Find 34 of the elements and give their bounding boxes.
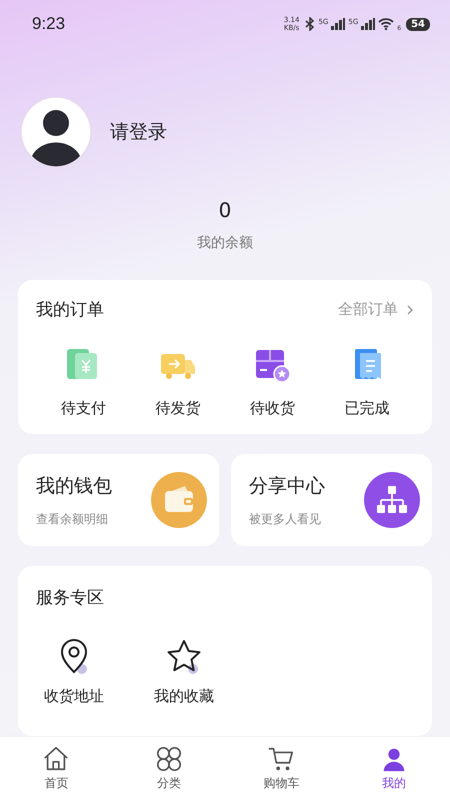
bluetooth-icon	[305, 17, 316, 31]
avatar[interactable]	[20, 96, 92, 168]
card-title: 分享中心	[249, 474, 325, 498]
battery-level: 54	[406, 18, 430, 30]
signal-icon	[361, 18, 376, 30]
wifi-icon	[378, 18, 394, 30]
service-label[interactable]: 我的收藏	[154, 687, 214, 706]
signal-icon	[331, 18, 346, 30]
login-link[interactable]: 请登录	[110, 119, 167, 145]
home-icon	[42, 745, 70, 773]
hierarchy-icon	[364, 472, 420, 528]
category-icon	[154, 745, 183, 773]
cart-icon	[267, 745, 296, 773]
status-time: 9:23	[32, 14, 66, 34]
balance-amount: 0	[218, 198, 232, 222]
order-status-label[interactable]: 待支付	[60, 399, 106, 418]
tab[interactable]: 我的	[338, 737, 450, 800]
chevron-right-icon	[406, 304, 414, 316]
tab[interactable]: 购物车	[225, 737, 338, 800]
card-subtitle: 查看余额明细	[36, 510, 109, 528]
section-title: 我的订单	[36, 299, 104, 321]
feature-card[interactable]: 我的钱包 查看余额明细	[18, 454, 219, 546]
wallet-icon	[151, 472, 207, 528]
balance-label: 我的余额	[197, 234, 253, 252]
card-subtitle: 被更多人看见	[249, 510, 322, 528]
order-status-label[interactable]: 待发货	[155, 399, 200, 418]
order-status-label[interactable]: 待收货	[250, 399, 295, 418]
order-status-label[interactable]: 已完成	[344, 399, 390, 418]
feature-card[interactable]: 分享中心 被更多人看见	[231, 454, 432, 546]
service-label[interactable]: 收货地址	[44, 687, 104, 706]
section-title: 服务专区	[36, 588, 104, 608]
tab[interactable]: 分类	[112, 737, 225, 800]
tab[interactable]: 首页	[0, 737, 112, 800]
card-title: 我的钱包	[36, 474, 112, 498]
